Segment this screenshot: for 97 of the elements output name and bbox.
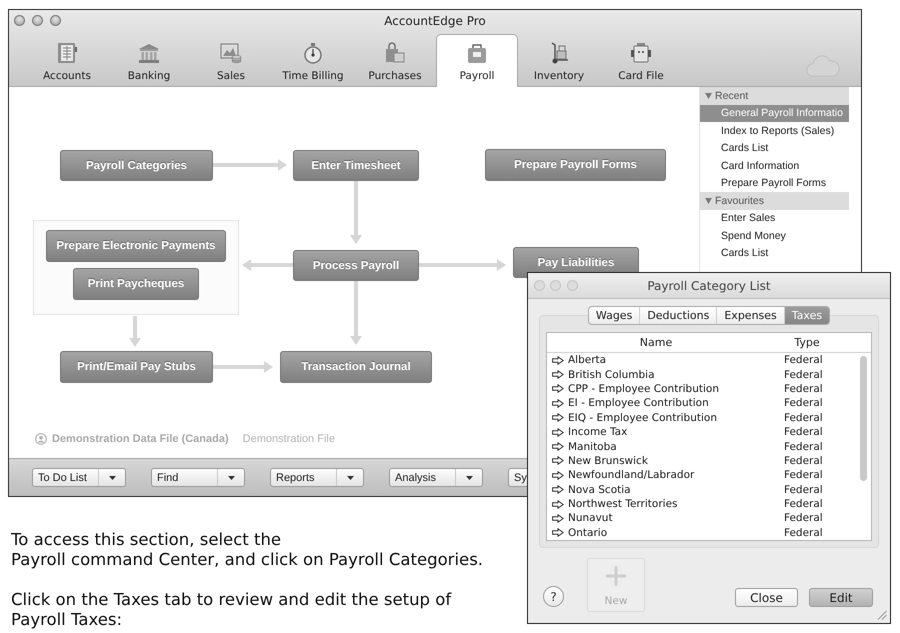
sidebar-item[interactable]: Enter Sales xyxy=(700,210,849,227)
data-file-note: Demonstration File xyxy=(242,433,335,445)
sidebar-item[interactable]: Spend Money xyxy=(700,227,849,244)
picture-coins-icon xyxy=(219,41,243,65)
table-cell-text: Ontario xyxy=(568,526,608,539)
caret-icon xyxy=(108,476,116,480)
table-cell: Federal xyxy=(784,426,823,438)
minimize-button[interactable] xyxy=(32,15,43,26)
arrow-icon[interactable] xyxy=(552,470,564,480)
column-header[interactable]: Name xyxy=(547,336,765,349)
sidebar-item[interactable]: Prepare Payroll Forms xyxy=(700,174,849,192)
arrow-icon[interactable] xyxy=(552,485,564,494)
table-cell: Federal xyxy=(784,512,823,524)
toolbar-tab[interactable]: Payroll xyxy=(436,34,518,87)
table-cell-text: Nunavut xyxy=(568,512,614,524)
dropdown-button[interactable]: Reports xyxy=(270,468,364,487)
segment-tab[interactable]: Wages xyxy=(588,307,640,324)
bank-icon xyxy=(137,41,161,65)
flow-arrow xyxy=(242,259,293,271)
arrow-icon[interactable] xyxy=(552,398,564,408)
toolbar-tab[interactable]: Banking xyxy=(108,34,190,87)
table-cell: Federal xyxy=(784,354,823,366)
zoom-button[interactable] xyxy=(50,15,61,26)
table-cell-text: Newfoundland/Labrador xyxy=(568,469,696,482)
sidebar-item[interactable]: Index to Reports (Sales) xyxy=(700,122,849,140)
arrow-icon[interactable] xyxy=(552,456,564,466)
data-file-name: Demonstration Data File (Canada) xyxy=(52,433,229,445)
arrow-icon[interactable] xyxy=(552,384,564,394)
table-cell-text: CPP - Employee Contribution xyxy=(568,382,720,395)
arrow-icon[interactable] xyxy=(552,500,564,509)
scrollbar-thumb[interactable] xyxy=(860,356,866,481)
table-cell: Federal xyxy=(784,526,823,539)
flow-arrow xyxy=(213,361,273,373)
segment-tab[interactable]: Deductions xyxy=(639,307,716,324)
table-cell-text: Income Tax xyxy=(568,426,628,438)
toolbar-tab[interactable]: Card File xyxy=(600,34,682,87)
table-cell: Federal xyxy=(784,382,823,395)
resize-grip-icon[interactable] xyxy=(877,610,887,620)
dialog-button[interactable]: Close xyxy=(735,588,798,607)
arrow-icon[interactable] xyxy=(552,442,564,452)
table-cell: Federal xyxy=(784,469,823,482)
table-cell: Federal xyxy=(784,498,823,510)
table-cell-text: New Brunswick xyxy=(568,454,649,467)
arrow-icon[interactable] xyxy=(552,413,564,422)
column-header[interactable]: Type xyxy=(765,336,849,349)
table-cell-text: British Columbia xyxy=(568,368,656,381)
toolbar-tab[interactable]: Sales xyxy=(190,34,272,87)
close-button[interactable] xyxy=(14,15,25,26)
sidebar-section-header[interactable]: Favourites xyxy=(700,192,849,210)
dropdown-button[interactable]: Sy xyxy=(508,468,527,487)
caret-icon xyxy=(466,476,472,480)
instruction-text: To access this section, select the Payroll command Center, and click on Payroll Categories. xyxy=(11,530,484,570)
flow-arrow xyxy=(350,181,362,244)
table-cell-text: Northwest Territories xyxy=(568,498,679,510)
arrow-icon[interactable] xyxy=(552,356,564,365)
sidebar-section-header[interactable]: Recent xyxy=(700,87,849,104)
instruction-text: Click on the Taxes tab to review and edit the setup of Payroll Taxes: xyxy=(11,590,452,630)
table-cell-text: Nova Scotia xyxy=(568,484,632,496)
card-file-icon xyxy=(629,41,653,65)
table-cell: Federal xyxy=(784,412,823,424)
flow-arrow xyxy=(129,316,141,347)
table-cell: Federal xyxy=(784,440,823,453)
arrow-icon[interactable] xyxy=(552,428,564,437)
shopping-bags-icon xyxy=(383,41,407,65)
plus-icon xyxy=(605,565,627,587)
table-cell-text: EI - Employee Contribution xyxy=(568,397,710,410)
sidebar-item[interactable]: Card Information xyxy=(700,157,849,174)
dropdown-button[interactable]: Find xyxy=(151,468,245,487)
table-cell: Federal xyxy=(784,368,823,381)
arrow-icon[interactable] xyxy=(552,514,564,523)
table-cell: Federal xyxy=(784,397,823,410)
toolbar-tab[interactable]: Time Billing xyxy=(272,34,354,87)
user-icon xyxy=(35,433,47,445)
toolbar-tab[interactable]: Purchases xyxy=(354,34,436,87)
flow-arrow xyxy=(350,281,362,345)
table-cell-text: Alberta xyxy=(568,354,608,366)
ledger-icon xyxy=(55,41,79,65)
toolbar-tab[interactable]: Inventory xyxy=(518,34,600,87)
arrow-icon[interactable] xyxy=(552,528,564,538)
dropdown-button[interactable]: Analysis xyxy=(389,468,483,487)
arrow-icon[interactable] xyxy=(552,370,564,380)
disclosure-triangle-icon[interactable] xyxy=(705,198,712,204)
sidebar-item[interactable]: Cards List xyxy=(700,140,849,157)
help-button[interactable]: ? xyxy=(543,586,564,607)
table-cell: Federal xyxy=(784,454,823,467)
dropdown-button[interactable]: To Do List xyxy=(32,468,126,487)
dialog-button[interactable]: Edit xyxy=(809,588,873,607)
table-cell-text: Manitoba xyxy=(568,440,618,453)
sidebar-item[interactable]: Cards List xyxy=(700,244,849,262)
toolbar-tab[interactable]: Accounts xyxy=(26,34,108,87)
caret-icon xyxy=(346,476,354,480)
table-cell-text: EIQ - Employee Contribution xyxy=(568,412,718,424)
window-title: AccountEdge Pro xyxy=(384,14,486,28)
caret-icon xyxy=(228,476,234,480)
disclosure-triangle-icon[interactable] xyxy=(705,92,712,99)
table-cell: Federal xyxy=(784,484,823,496)
dialog-title: Payroll Category List xyxy=(647,278,771,292)
